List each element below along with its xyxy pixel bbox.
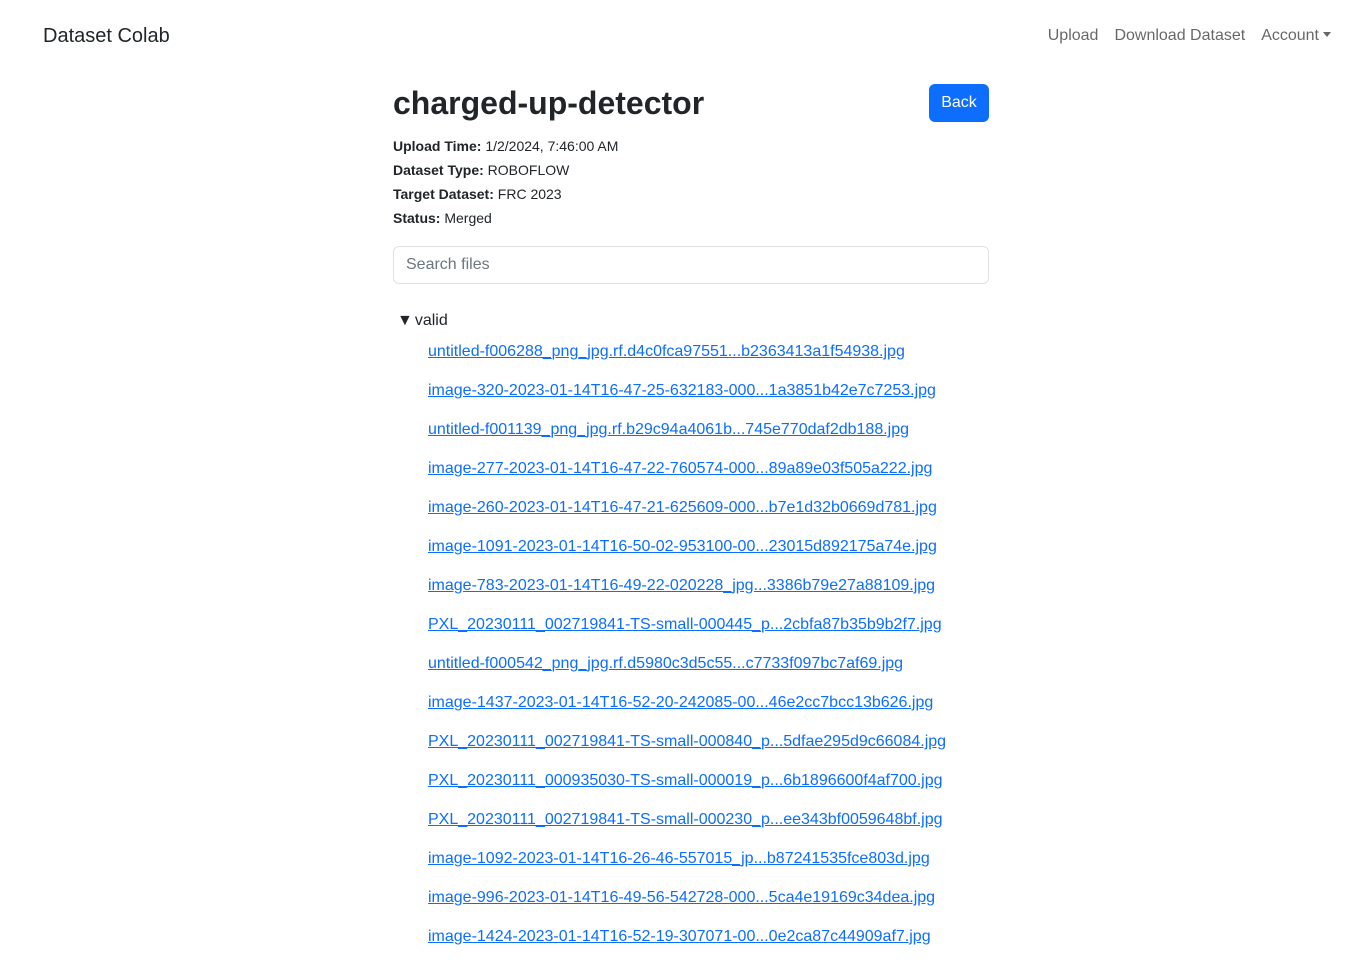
list-item: image-277-2023-01-14T16-47-22-760574-000… (428, 457, 989, 496)
list-item: PXL_20230111_002719841-TS-small-000230_p… (428, 808, 989, 847)
dataset-meta: Upload Time: 1/2/2024, 7:46:00 AM Datase… (393, 134, 618, 230)
meta-target-dataset: Target Dataset: FRC 2023 (393, 182, 618, 206)
file-link[interactable]: image-1424-2023-01-14T16-52-19-307071-00… (428, 928, 931, 945)
nav-links: Upload Download Dataset Account (1048, 24, 1331, 48)
folder-valid-toggle[interactable]: ▼ valid (397, 310, 989, 332)
meta-key: Dataset Type: (393, 162, 484, 178)
file-link[interactable]: PXL_20230111_000935030-TS-small-000019_p… (428, 772, 943, 789)
list-item: image-1091-2023-01-14T16-50-02-953100-00… (428, 535, 989, 574)
file-link[interactable]: image-783-2023-01-14T16-49-22-020228_jpg… (428, 577, 935, 594)
header-row: charged-up-detector Back (393, 84, 989, 134)
meta-key: Status: (393, 210, 441, 226)
file-link[interactable]: image-1091-2023-01-14T16-50-02-953100-00… (428, 538, 937, 555)
nav-account-dropdown[interactable]: Account (1261, 24, 1331, 48)
meta-value: ROBOFLOW (487, 162, 570, 178)
file-link[interactable]: untitled-f000542_png_jpg.rf.d5980c3d5c55… (428, 655, 903, 672)
list-item: image-1437-2023-01-14T16-52-20-242085-00… (428, 691, 989, 730)
meta-key: Target Dataset: (393, 186, 494, 202)
navbar: Dataset Colab Upload Download Dataset Ac… (0, 0, 1366, 72)
page-title: charged-up-detector (393, 85, 705, 121)
nav-download-dataset-link[interactable]: Download Dataset (1114, 24, 1245, 48)
back-button[interactable]: Back (929, 84, 989, 122)
caret-down-icon (1323, 32, 1331, 37)
file-list: untitled-f006288_png_jpg.rf.d4c0fca97551… (428, 340, 989, 964)
list-item: PXL_20230111_000935030-TS-small-000019_p… (428, 769, 989, 808)
list-item: image-1092-2023-01-14T16-26-46-557015_jp… (428, 847, 989, 886)
list-item: PXL_20230111_002719841-TS-small-000840_p… (428, 730, 989, 769)
meta-value: FRC 2023 (497, 186, 562, 202)
file-link[interactable]: image-277-2023-01-14T16-47-22-760574-000… (428, 460, 932, 477)
folder-name: valid (414, 312, 448, 329)
list-item: PXL_20230111_002719841-TS-small-000445_p… (428, 613, 989, 652)
list-item: image-320-2023-01-14T16-47-25-632183-000… (428, 379, 989, 418)
file-link[interactable]: untitled-f001139_png_jpg.rf.b29c94a4061b… (428, 421, 909, 438)
meta-status: Status: Merged (393, 206, 618, 230)
list-item: untitled-f001139_png_jpg.rf.b29c94a4061b… (428, 418, 989, 457)
list-item: untitled-f000542_png_jpg.rf.d5980c3d5c55… (428, 652, 989, 691)
meta-value: Merged (444, 210, 492, 226)
meta-upload-time: Upload Time: 1/2/2024, 7:46:00 AM (393, 134, 618, 158)
file-link[interactable]: PXL_20230111_002719841-TS-small-000230_p… (428, 811, 943, 828)
search-files-input[interactable] (393, 246, 989, 284)
file-link[interactable]: untitled-f006288_png_jpg.rf.d4c0fca97551… (428, 343, 905, 360)
dataset-detail: charged-up-detector Back Upload Time: 1/… (393, 84, 989, 945)
meta-key: Upload Time: (393, 138, 482, 154)
list-item: image-1424-2023-01-14T16-52-19-307071-00… (428, 925, 989, 964)
file-link[interactable]: PXL_20230111_002719841-TS-small-000840_p… (428, 733, 946, 750)
meta-dataset-type: Dataset Type: ROBOFLOW (393, 158, 618, 182)
list-item: untitled-f006288_png_jpg.rf.d4c0fca97551… (428, 340, 989, 379)
triangle-down-icon: ▼ (397, 312, 413, 329)
meta-value: 1/2/2024, 7:46:00 AM (485, 138, 619, 154)
account-label: Account (1261, 27, 1319, 44)
file-tree: ▼ valid untitled-f006288_png_jpg.rf.d4c0f… (397, 310, 989, 964)
brand-link[interactable]: Dataset Colab (43, 24, 170, 48)
file-link[interactable]: image-260-2023-01-14T16-47-21-625609-000… (428, 499, 937, 516)
file-link[interactable]: image-320-2023-01-14T16-47-25-632183-000… (428, 382, 936, 399)
list-item: image-260-2023-01-14T16-47-21-625609-000… (428, 496, 989, 535)
list-item: image-996-2023-01-14T16-49-56-542728-000… (428, 886, 989, 925)
file-link[interactable]: image-996-2023-01-14T16-49-56-542728-000… (428, 889, 935, 906)
file-link[interactable]: image-1092-2023-01-14T16-26-46-557015_jp… (428, 850, 930, 867)
file-link[interactable]: PXL_20230111_002719841-TS-small-000445_p… (428, 616, 942, 633)
list-item: image-783-2023-01-14T16-49-22-020228_jpg… (428, 574, 989, 613)
nav-upload-link[interactable]: Upload (1048, 24, 1099, 48)
file-link[interactable]: image-1437-2023-01-14T16-52-20-242085-00… (428, 694, 933, 711)
